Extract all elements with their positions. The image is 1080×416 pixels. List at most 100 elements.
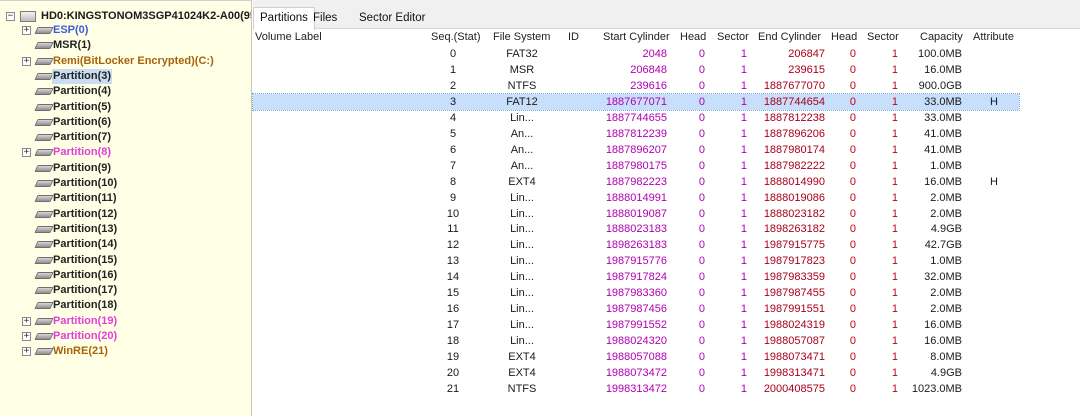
- end-cylinder-cell: 1887896206: [763, 127, 825, 140]
- column-header-id[interactable]: ID: [568, 30, 588, 45]
- end-cylinder-cell: 1987983359: [763, 271, 825, 284]
- table-row[interactable]: Partition(10)10Lin...1888019087011888023…: [253, 206, 1019, 222]
- expand-icon[interactable]: +: [22, 26, 31, 35]
- start-cylinder-cell: 1888014991: [605, 191, 667, 204]
- expand-icon[interactable]: +: [22, 56, 31, 66]
- seq-cell: 4: [449, 111, 457, 124]
- seq-cell: 18: [446, 335, 460, 348]
- start-cylinder-cell: 1988024320: [605, 335, 667, 348]
- partition-icon: [34, 72, 54, 80]
- tab-files[interactable]: Files: [307, 8, 343, 29]
- tree-item-label: Partition(11): [53, 192, 117, 205]
- column-header-volume-label[interactable]: Volume Label: [255, 30, 375, 45]
- column-header-file-system[interactable]: File System: [493, 30, 563, 45]
- start-cylinder-cell: 239616: [630, 79, 667, 92]
- partition-icon: [34, 317, 54, 325]
- sector-cell: 1: [740, 207, 747, 220]
- table-row[interactable]: Remi(BitLocker ...2NTFS23961601188767707…: [253, 78, 1019, 94]
- partition-icon: [34, 348, 54, 356]
- end-cylinder-cell: 239615: [788, 63, 825, 76]
- attribute-cell: H: [990, 95, 998, 108]
- column-header-head[interactable]: Head: [680, 30, 710, 45]
- file-system-cell: Lin...: [510, 223, 534, 236]
- tab-partitions[interactable]: Partitions: [253, 7, 315, 30]
- seq-cell: 11: [447, 223, 459, 236]
- column-header-attribute[interactable]: Attribute: [973, 30, 1019, 45]
- tab-sector-editor[interactable]: Sector Editor: [353, 8, 431, 29]
- sector-cell: 1: [740, 143, 747, 156]
- table-row[interactable]: Partition(15)15Lin...1987983360011987987…: [253, 285, 1019, 301]
- start-cylinder-cell: 1888023183: [605, 223, 667, 236]
- table-row[interactable]: Partition(12)12Lin...1898263183011987915…: [253, 237, 1019, 253]
- sector-cell: 1: [740, 63, 747, 76]
- capacity-cell: 41.0MB: [924, 127, 962, 140]
- table-row[interactable]: Partition(3)3FAT121887677071011887744654…: [252, 92, 1020, 111]
- start-cylinder-cell: 1988057088: [605, 351, 667, 364]
- table-row[interactable]: Partition(13)13Lin...1987915776011987917…: [253, 253, 1019, 269]
- partition-table[interactable]: Volume Label Seq.(Stat) File System ID S…: [252, 30, 1080, 416]
- column-header-capacity[interactable]: Capacity: [920, 30, 966, 45]
- table-row[interactable]: Partition(14)14Lin...1987917824011987983…: [253, 269, 1019, 285]
- table-row[interactable]: Partition(17)17Lin...1987991552011988024…: [253, 317, 1019, 333]
- start-cylinder-cell: 1887980175: [605, 159, 667, 172]
- end-head-cell: 0: [849, 351, 856, 364]
- table-row[interactable]: Partition(18)18Lin...1988024320011988057…: [253, 333, 1019, 349]
- capacity-cell: 4.9GB: [930, 223, 962, 236]
- expand-icon[interactable]: +: [22, 316, 31, 326]
- head-cell: 0: [698, 382, 705, 395]
- table-row[interactable]: Partition(6)6An...1887896207011887980174…: [253, 142, 1019, 158]
- column-header-end-cylinder[interactable]: End Cylinder: [758, 30, 828, 45]
- head-cell: 0: [698, 255, 705, 268]
- column-header-end-head[interactable]: Head: [831, 30, 861, 45]
- expand-icon[interactable]: +: [22, 347, 31, 357]
- end-cylinder-cell: 1987917823: [763, 255, 825, 268]
- column-header-sector[interactable]: Sector: [717, 30, 753, 45]
- seq-cell: 9: [449, 191, 457, 204]
- column-header-end-sector[interactable]: Sector: [867, 30, 903, 45]
- disk-tree-panel[interactable]: − HD0:KINGSTONOM3SGP41024K2-A00(95 + ESP(…: [0, 0, 252, 416]
- head-cell: 0: [698, 48, 705, 60]
- tree-item-label: WinRE(21): [53, 345, 108, 358]
- file-system-cell: EXT4: [508, 367, 536, 379]
- table-row[interactable]: Partition(9)9Lin...188801499101188801908…: [253, 190, 1019, 206]
- table-row[interactable]: Partition(19)19EXT4198805708801198807347…: [253, 349, 1019, 365]
- table-row[interactable]: Partition(5)5An...1887812239011887896206…: [253, 126, 1019, 142]
- sector-cell: 1: [740, 255, 747, 268]
- end-head-cell: 0: [849, 255, 856, 268]
- column-header-start-cylinder[interactable]: Start Cylinder: [603, 30, 675, 45]
- start-cylinder-cell: 1887982223: [605, 175, 667, 188]
- partition-icon: [34, 42, 54, 50]
- end-sector-cell: 1: [891, 127, 898, 140]
- table-row[interactable]: Partition(4)4Lin...188774465501188781223…: [253, 110, 1019, 126]
- start-cylinder-cell: 1987987456: [605, 303, 667, 316]
- expand-icon[interactable]: +: [22, 148, 31, 158]
- table-row[interactable]: Partition(11)11Lin...1888023183011898263…: [253, 221, 1019, 237]
- file-system-cell: An...: [510, 159, 534, 172]
- column-header-seq[interactable]: Seq.(Stat): [431, 30, 487, 45]
- collapse-icon[interactable]: −: [6, 12, 15, 21]
- capacity-cell: 8.0MB: [930, 351, 962, 364]
- table-row[interactable]: Partition(8)8EXT418879822230118880149900…: [253, 174, 1019, 190]
- file-system-cell: Lin...: [510, 287, 534, 300]
- partition-icon: [34, 27, 54, 34]
- partition-icon: [34, 241, 54, 249]
- capacity-cell: 16.0MB: [924, 319, 962, 332]
- seq-cell: 5: [449, 127, 457, 140]
- table-row[interactable]: ESP(0)0FAT3220480120684701100.0MB: [253, 46, 1019, 62]
- end-head-cell: 0: [849, 143, 856, 156]
- end-sector-cell: 1: [891, 255, 898, 268]
- table-row[interactable]: Partition(7)7An...1887980175011887982222…: [253, 158, 1019, 174]
- table-row[interactable]: WinRE(21)21NTFS1998313472012000408575011…: [253, 381, 1019, 397]
- sector-cell: 1: [740, 127, 747, 140]
- table-row[interactable]: MSR(1)1MSR206848012396150116.0MB: [253, 62, 1019, 78]
- table-row[interactable]: Partition(20)20EXT4198807347201199831347…: [253, 365, 1019, 381]
- start-cylinder-cell: 1887812239: [605, 127, 667, 140]
- head-cell: 0: [698, 159, 705, 172]
- start-cylinder-cell: 1887896207: [605, 143, 667, 156]
- end-cylinder-cell: 1987991551: [763, 303, 825, 316]
- partition-icon: [34, 256, 54, 264]
- end-sector-cell: 1: [891, 207, 898, 220]
- expand-icon[interactable]: +: [22, 332, 31, 341]
- table-row[interactable]: Partition(16)16Lin...1987987456011987991…: [253, 301, 1019, 317]
- capacity-cell: 100.0MB: [917, 48, 962, 60]
